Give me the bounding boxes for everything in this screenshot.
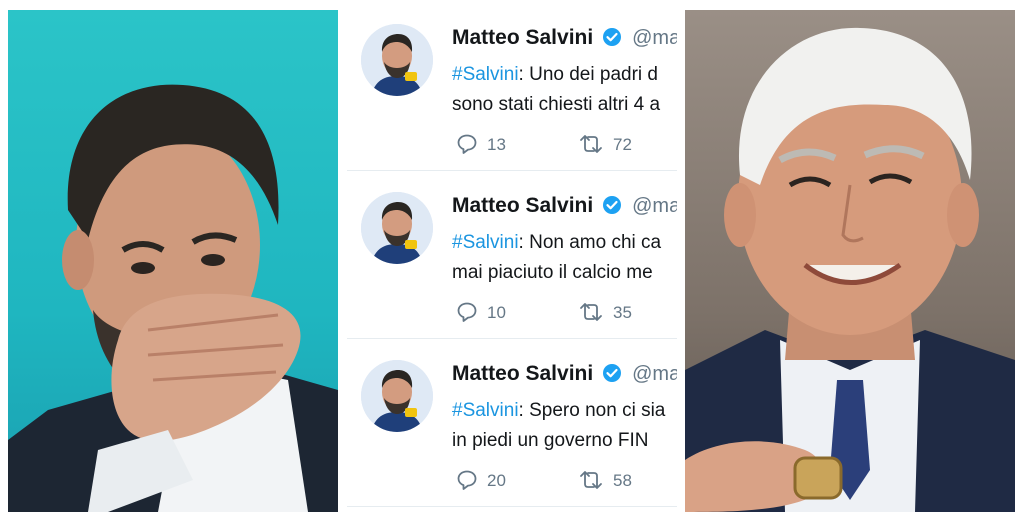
reply-button[interactable]: 10 [455,300,506,324]
tweet-item[interactable]: Matteo Salvini @ma #Salvini: Spero non c… [347,346,677,507]
verified-badge-icon [602,28,621,46]
verified-badge-icon [602,196,621,214]
tweet-author-row: Matteo Salvini @ma [452,194,677,218]
reply-count: 20 [487,471,506,490]
retweet-button[interactable]: 35 [577,300,632,324]
tweet-author-row: Matteo Salvini @ma [452,362,677,386]
retweet-count: 72 [613,135,632,154]
tweet-text-line2: in piedi un governo FIN [452,430,649,451]
hashtag-link[interactable]: #Salvini [452,64,519,85]
tweet-item[interactable]: Matteo Salvini @ma #Salvini: Uno dei pad… [347,10,677,171]
tweet-author-row: Matteo Salvini @ma [452,26,677,50]
tweet-text: #Salvini: Non amo chi ca mai piaciuto il… [452,228,677,288]
retweet-icon [580,471,602,489]
tweet-item[interactable]: Matteo Salvini @ma #Salvini: Non amo chi… [347,178,677,339]
author-handle[interactable]: @ma [632,27,677,49]
reply-icon [457,470,477,490]
reply-count: 13 [487,135,506,154]
retweet-count: 35 [613,303,632,322]
avatar[interactable] [361,24,433,96]
verified-badge-icon [602,364,621,382]
retweet-count: 58 [613,471,632,490]
tweet-text: #Salvini: Spero non ci sia in piedi un g… [452,396,677,456]
reply-count: 10 [487,303,506,322]
reply-button[interactable]: 20 [455,468,506,492]
reply-button[interactable]: 13 [455,132,506,156]
author-handle[interactable]: @ma [632,195,677,217]
avatar[interactable] [361,192,433,264]
author-name[interactable]: Matteo Salvini [452,362,593,385]
retweet-button[interactable]: 72 [577,132,632,156]
retweet-icon [580,135,602,153]
tweet-text-line1: : Spero non ci sia [518,400,666,421]
tweet-list: Matteo Salvini @ma #Salvini: Uno dei pad… [347,10,677,512]
tweet-text-line2: sono stati chiesti altri 4 a [452,94,661,115]
author-name[interactable]: Matteo Salvini [452,194,593,217]
tweet-text-line2: mai piaciuto il calcio me [452,262,653,283]
tweet-text: #Salvini: Uno dei padri d sono stati chi… [452,60,677,120]
avatar[interactable] [361,360,433,432]
right-portrait-illustration [685,27,1015,512]
author-handle[interactable]: @ma [632,363,677,385]
right-photo [685,10,1015,512]
hashtag-link[interactable]: #Salvini [452,400,519,421]
retweet-button[interactable]: 58 [577,468,632,492]
left-portrait-illustration [8,84,338,512]
hashtag-link[interactable]: #Salvini [452,232,519,253]
retweet-icon [580,303,602,321]
author-name[interactable]: Matteo Salvini [452,26,593,49]
reply-icon [457,302,477,322]
left-photo [8,10,338,512]
reply-icon [457,134,477,154]
tweet-text-line1: : Non amo chi ca [518,232,662,253]
tweet-text-line1: : Uno dei padri d [518,64,658,85]
